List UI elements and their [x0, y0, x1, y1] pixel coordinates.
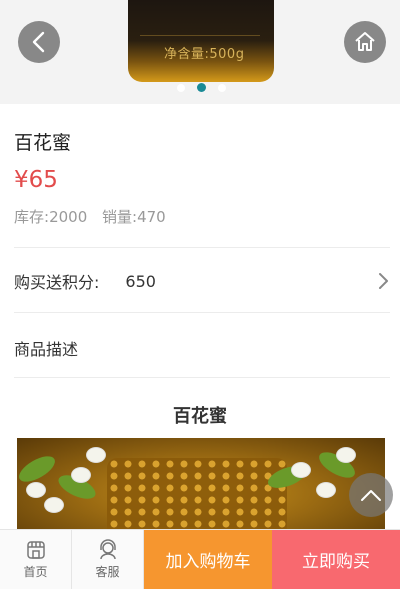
flower-graphic: [87, 448, 105, 462]
flower-graphic: [292, 463, 310, 477]
description-heading: 商品描述: [14, 340, 79, 359]
points-value: 650: [125, 271, 156, 291]
sales-value: 470: [137, 208, 166, 226]
jar-decoration: [140, 0, 260, 36]
divider: [14, 377, 390, 378]
sales-text: 销量:470: [102, 208, 166, 226]
jar-label: 净含量:500g: [164, 47, 245, 62]
tab-home-label: 首页: [23, 565, 48, 579]
scroll-to-top-button[interactable]: [349, 473, 393, 517]
headset-icon: [99, 539, 116, 560]
description-content-title: 百花蜜: [173, 406, 227, 427]
honeycomb-graphic: [107, 458, 287, 538]
product-title: 百花蜜: [14, 132, 72, 154]
bottom-action-bar: 首页 客服 加入购物车 立即购买: [0, 529, 400, 589]
add-to-cart-button[interactable]: 加入购物车: [144, 530, 272, 589]
flower-graphic: [72, 468, 90, 482]
chevron-right-icon: [379, 273, 388, 289]
divider: [14, 312, 390, 313]
carousel-indicator: [177, 83, 226, 92]
stock-label: 库存:: [14, 208, 50, 226]
carousel-dot-active[interactable]: [197, 83, 206, 92]
points-row[interactable]: 购买送积分: 650: [14, 268, 390, 294]
back-button[interactable]: [18, 21, 60, 63]
tab-home[interactable]: 首页: [0, 530, 72, 589]
points-label: 购买送积分:: [14, 273, 100, 292]
chevron-left-icon: [32, 31, 45, 53]
buy-now-button[interactable]: 立即购买: [272, 530, 400, 589]
tab-customer-service[interactable]: 客服: [72, 530, 144, 589]
sales-label: 销量:: [102, 208, 138, 226]
home-button[interactable]: [344, 21, 386, 63]
chevron-up-icon: [361, 490, 381, 501]
shop-icon: [26, 541, 45, 559]
product-image-carousel[interactable]: 净含量:500g: [0, 0, 400, 104]
flower-graphic: [317, 483, 335, 497]
flower-graphic: [45, 498, 63, 512]
flower-graphic: [337, 448, 355, 462]
stock-sales-info: 库存:2000 销量:470: [14, 206, 176, 227]
honeycomb-flowers-image: [17, 438, 385, 538]
leaf-graphic: [17, 451, 59, 487]
carousel-dot[interactable]: [177, 83, 185, 92]
product-price: ¥65: [14, 167, 58, 193]
flower-graphic: [27, 483, 45, 497]
divider: [14, 247, 390, 248]
stock-text: 库存:2000: [14, 208, 87, 226]
stock-value: 2000: [49, 208, 88, 226]
carousel-dot[interactable]: [218, 83, 226, 92]
tab-service-label: 客服: [95, 565, 120, 579]
house-icon: [355, 32, 375, 51]
